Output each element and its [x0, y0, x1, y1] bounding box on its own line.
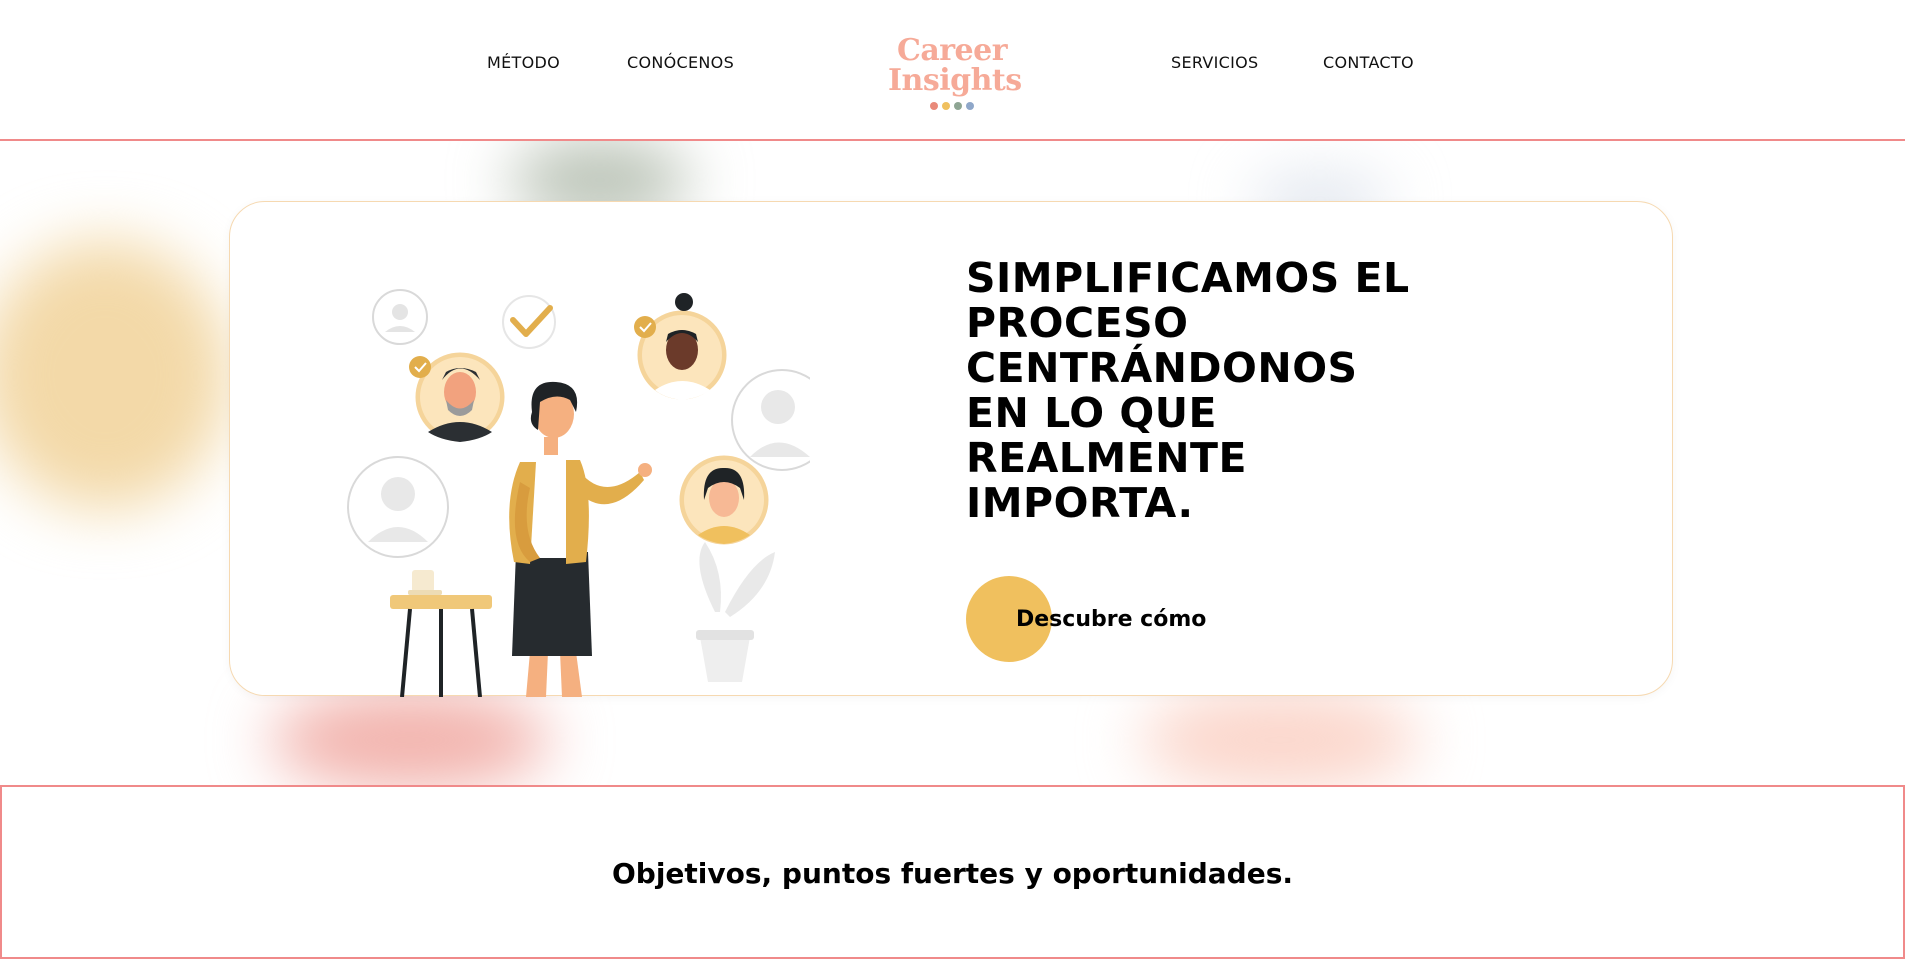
logo-dots: [888, 102, 1016, 110]
grey-avatar-left: [347, 456, 449, 558]
woman-avatar-bottom: [676, 452, 772, 548]
decor-blob-yellow: [0, 240, 230, 510]
woman-avatar-top: [634, 293, 730, 403]
man-avatar: [409, 349, 508, 445]
grey-avatar-top-left: [372, 289, 428, 345]
cta-label: Descubre cómo: [1016, 606, 1207, 632]
side-table-decoration: [390, 570, 492, 697]
check-bubble-icon: [502, 295, 556, 349]
logo-text-career: Career: [896, 33, 1008, 68]
site-logo[interactable]: Career Insights: [888, 33, 1022, 116]
grey-avatar-right: [731, 369, 810, 471]
decor-blob-pink: [270, 690, 550, 790]
nav-link-contacto[interactable]: CONTACTO: [1323, 53, 1414, 72]
descubre-como-button[interactable]: Descubre cómo: [966, 576, 1206, 662]
objectives-section: Objetivos, puntos fuertes y oportunidade…: [0, 785, 1905, 959]
person-presenting-candidates-illustration: [347, 289, 810, 697]
nav-link-servicios[interactable]: SERVICIOS: [1171, 53, 1259, 72]
logo-dot: [930, 102, 938, 110]
nav-link-metodo[interactable]: MÉTODO: [487, 53, 560, 72]
hero-card: SIMPLIFICAMOS EL PROCESO CENTRÁNDONOS EN…: [229, 201, 1673, 697]
decor-blob-peach: [1140, 690, 1420, 790]
logo-dot: [966, 102, 974, 110]
logo-dot: [954, 102, 962, 110]
nav-link-conocenos[interactable]: CONÓCENOS: [627, 53, 734, 72]
logo-text-insights: Insights: [888, 63, 1022, 98]
top-navigation: MÉTODO CONÓCENOS Career Insights SERVICI…: [0, 0, 1905, 141]
logo-dot: [942, 102, 950, 110]
plant-decoration: [696, 542, 775, 682]
objectives-heading: Objetivos, puntos fuertes y oportunidade…: [611, 857, 1294, 890]
hero-title: SIMPLIFICAMOS EL PROCESO CENTRÁNDONOS EN…: [966, 254, 1410, 527]
standing-woman-figure: [509, 381, 652, 697]
